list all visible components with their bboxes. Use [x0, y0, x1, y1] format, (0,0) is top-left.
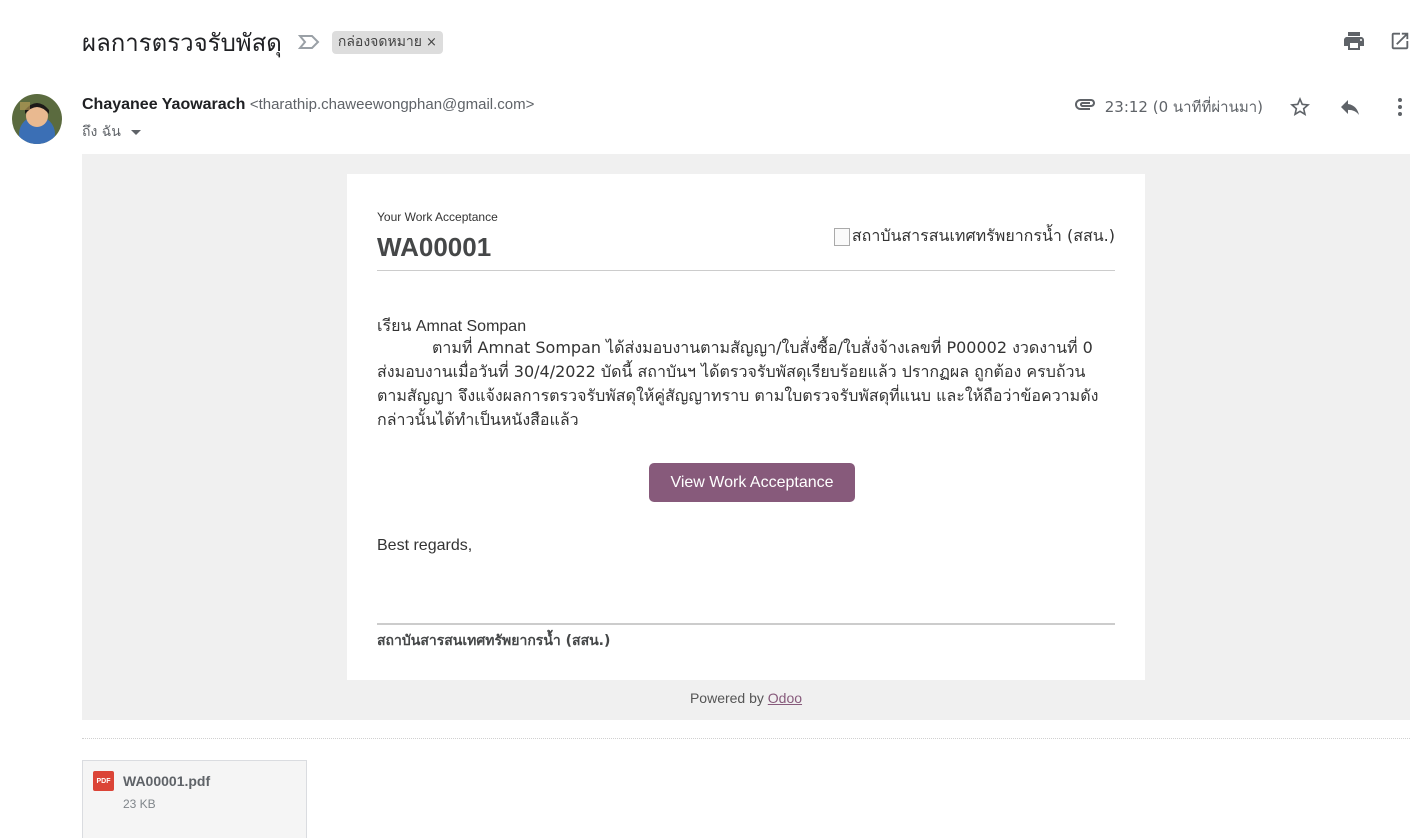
broken-image-icon: [833, 227, 850, 246]
star-icon: [1290, 96, 1310, 116]
email-card: Your Work Acceptance WA00001 สถาบันสารสน…: [347, 174, 1145, 680]
logo-alt-text: สถาบันสารสนเทศทรัพยากรน้ำ (สสน.): [851, 226, 1115, 245]
message-meta: 23:12 (0 นาทีที่ผ่านมา): [1073, 92, 1413, 121]
show-details-chevron-icon[interactable]: [130, 129, 141, 135]
label-text: กล่องจดหมาย: [337, 34, 422, 50]
sender-avatar[interactable]: [12, 94, 62, 144]
divider: [377, 270, 1115, 271]
subject-bar: ผลการตรวจรับพัสดุ กล่องจดหมาย ×: [82, 22, 443, 62]
work-acceptance-label: Your Work Acceptance: [377, 210, 498, 224]
attachment-name: WA00001.pdf: [123, 773, 211, 789]
view-work-acceptance-button[interactable]: View Work Acceptance: [649, 463, 855, 502]
star-button[interactable]: [1287, 94, 1313, 120]
recipient-text: ถึง ฉัน: [82, 124, 121, 140]
remove-label-button[interactable]: ×: [426, 35, 437, 50]
powered-by-text: Powered by: [689, 690, 764, 706]
message-paragraph: ตามที่ Amnat Sompan ได้ส่งมอบงานตามสัญญา…: [377, 338, 1099, 429]
organization-name: สถาบันสารสนเทศทรัพยากรน้ำ (สสน.): [377, 633, 611, 649]
more-vert-icon: [1398, 97, 1402, 116]
recipient-line: ถึง ฉัน: [82, 121, 141, 143]
more-options-button[interactable]: [1387, 94, 1413, 120]
reply-icon: [1341, 99, 1359, 115]
important-marker-icon[interactable]: [297, 34, 320, 50]
print-icon: [1344, 32, 1364, 50]
open-new-window-button[interactable]: [1387, 28, 1413, 54]
odoo-link[interactable]: Odoo: [768, 690, 802, 706]
sender-name[interactable]: Chayanee Yaowarach: [82, 96, 245, 113]
top-actions: [1341, 28, 1413, 54]
powered-by: Powered by Odoo: [82, 690, 1410, 706]
reply-button[interactable]: [1337, 94, 1363, 120]
work-acceptance-number: WA00001: [377, 232, 492, 262]
email-body: Your Work Acceptance WA00001 สถาบันสารสน…: [82, 154, 1410, 720]
open-in-new-icon: [1391, 32, 1409, 50]
inbox-label-chip: กล่องจดหมาย ×: [331, 30, 443, 54]
message-time: 23:12 (0 นาทีที่ผ่านมา): [1104, 97, 1263, 116]
pdf-icon: PDF: [93, 771, 114, 791]
print-all-button[interactable]: [1341, 28, 1367, 54]
attachment-clip-icon: [1073, 92, 1097, 121]
attachment-card[interactable]: PDF WA00001.pdf 23 KB: [82, 760, 307, 838]
signature-divider: [377, 623, 1115, 625]
company-logo: สถาบันสารสนเทศทรัพยากรน้ำ (สสน.): [833, 224, 1115, 249]
sender-email: <tharathip.chaweewongphan@gmail.com>: [249, 96, 535, 113]
attachment-size: 23 KB: [123, 797, 156, 811]
sender-line: Chayanee Yaowarach <tharathip.chaweewong…: [82, 96, 534, 114]
attachments-divider: [82, 738, 1410, 739]
closing: Best regards,: [377, 537, 473, 554]
email-subject: ผลการตรวจรับพัสดุ: [82, 28, 282, 57]
